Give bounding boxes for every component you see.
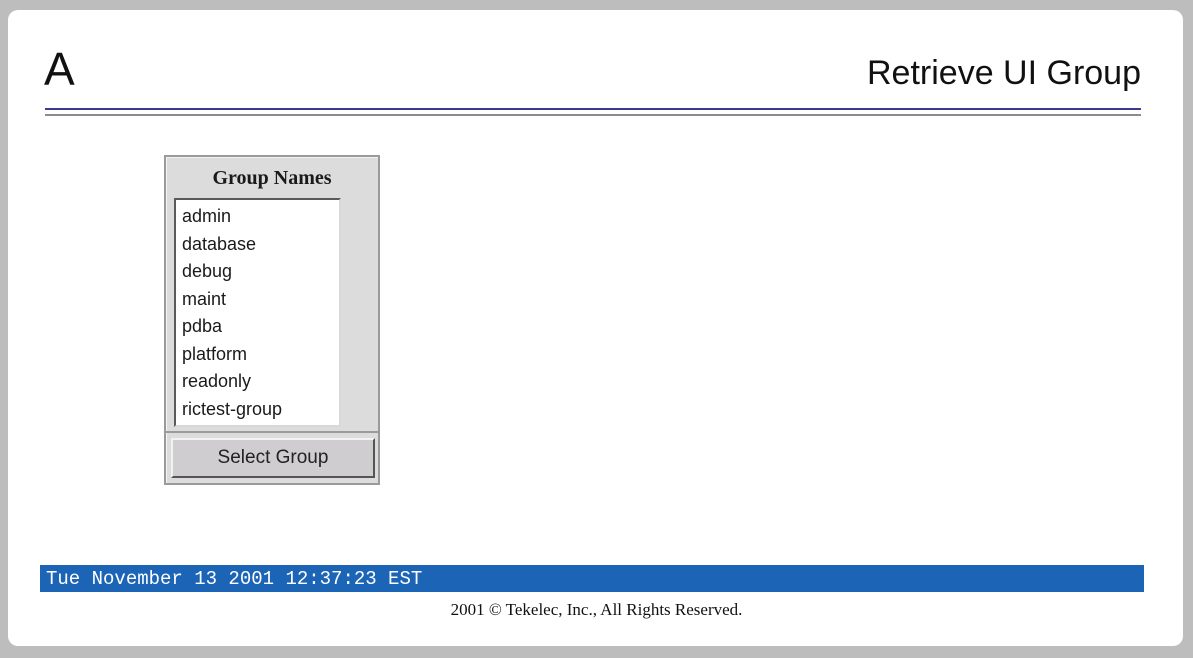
page-title: Retrieve UI Group	[867, 54, 1141, 92]
group-option[interactable]: readonly	[182, 368, 339, 396]
group-option[interactable]: debug	[182, 258, 339, 286]
status-bar: Tue November 13 2001 12:37:23 EST	[40, 565, 1144, 592]
copyright-footer: 2001 © Tekelec, Inc., All Rights Reserve…	[450, 600, 743, 619]
group-option[interactable]: platform	[182, 341, 339, 369]
group-option[interactable]: database	[182, 231, 339, 259]
logo: A	[44, 43, 75, 95]
header-rule-blue	[45, 108, 1141, 110]
panel-divider	[166, 431, 378, 433]
group-option[interactable]: admin	[182, 203, 339, 231]
group-option[interactable]: maint	[182, 286, 339, 314]
status-datetime: Tue November 13 2001 12:37:23 EST	[46, 568, 423, 590]
group-names-heading: Group Names	[212, 167, 332, 189]
select-group-button[interactable]: Select Group	[171, 438, 375, 478]
header-rule-gray	[45, 114, 1141, 116]
group-option[interactable]: pdba	[182, 313, 339, 341]
group-names-panel: Group Names admin database debug maint p…	[164, 155, 380, 485]
group-names-listbox[interactable]: admin database debug maint pdba platform…	[174, 198, 341, 427]
group-option[interactable]: rictest-group	[182, 396, 339, 424]
